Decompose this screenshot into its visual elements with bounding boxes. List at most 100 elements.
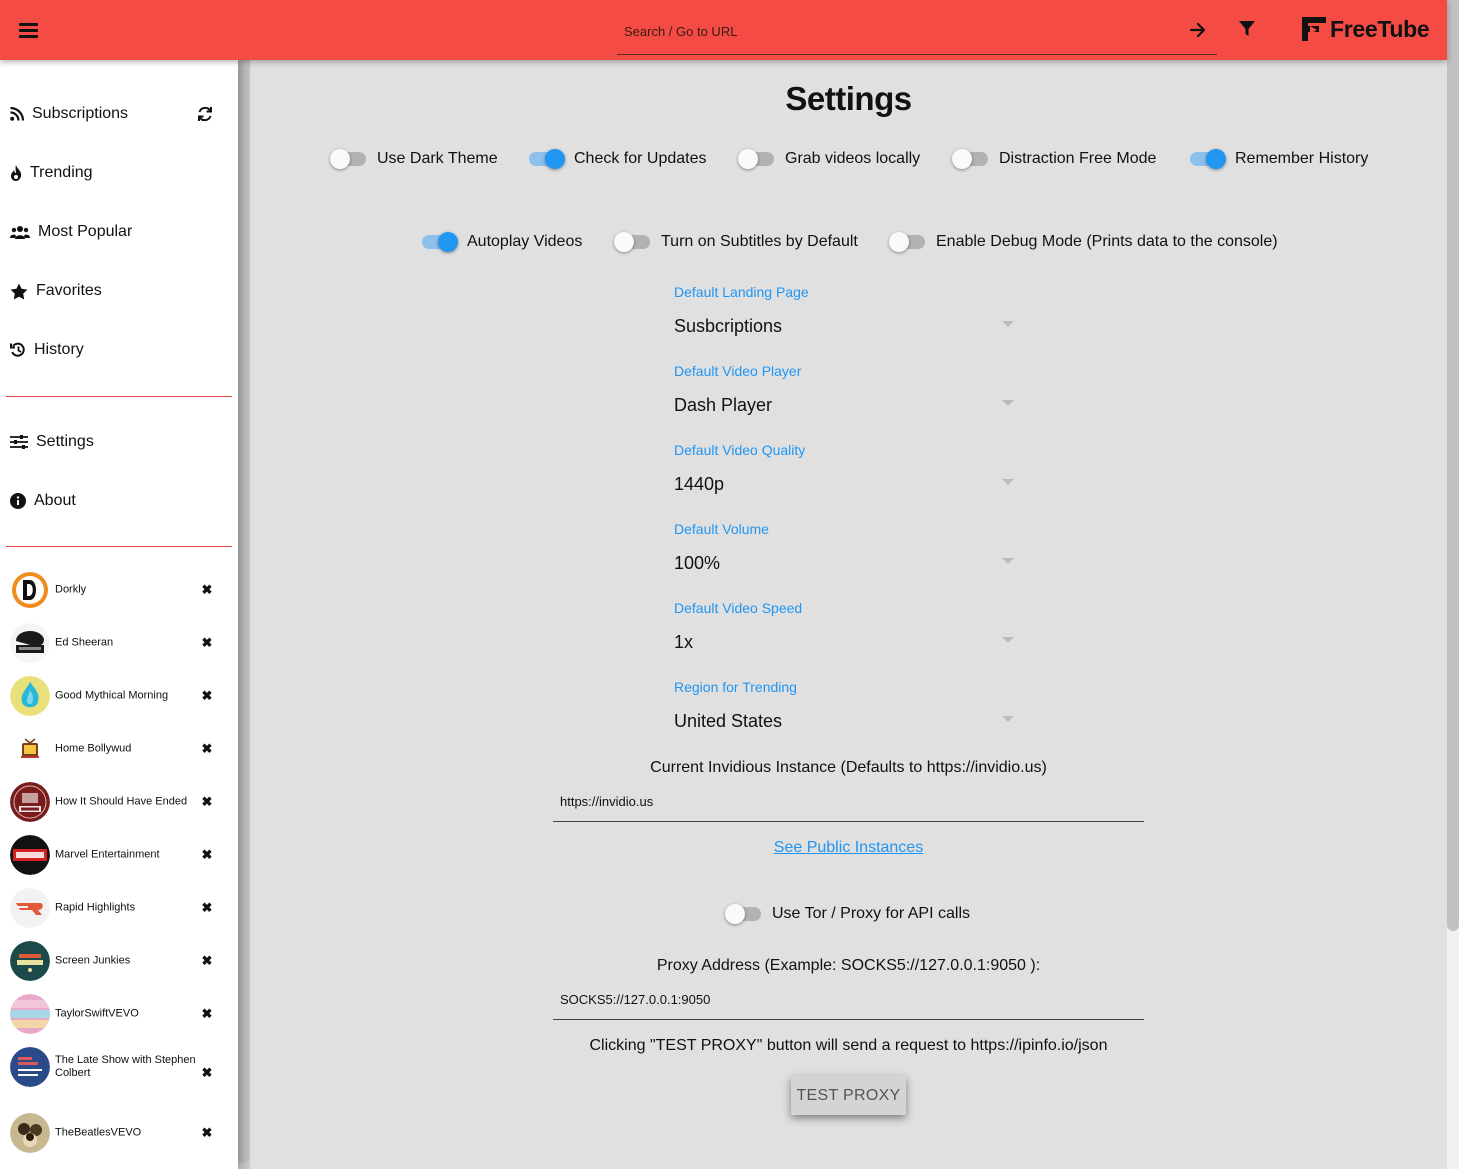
- fire-icon: [10, 164, 22, 182]
- subscription-name: Marvel Entertainment: [55, 848, 160, 861]
- search-input[interactable]: [624, 20, 1164, 42]
- subscription-item[interactable]: Ed Sheeran ✖: [10, 623, 220, 663]
- menu-icon[interactable]: [19, 21, 39, 39]
- sidebar-scrollbar-thumb[interactable]: [238, 60, 250, 1163]
- caret-down-icon: [1002, 321, 1014, 327]
- subscription-item[interactable]: Dorkly ✖: [10, 570, 220, 610]
- close-icon[interactable]: ✖: [201, 689, 213, 702]
- avatar: [10, 676, 50, 716]
- toggle-label: Autoplay Videos: [467, 233, 583, 250]
- close-icon[interactable]: ✖: [201, 954, 213, 967]
- sidebar-item-subscriptions[interactable]: Subscriptions: [10, 102, 128, 126]
- sidebar-item-most-popular[interactable]: Most Popular: [10, 220, 132, 244]
- close-icon[interactable]: ✖: [201, 1007, 213, 1020]
- test-proxy-button[interactable]: TEST PROXY: [791, 1076, 906, 1115]
- caret-down-icon: [1002, 637, 1014, 643]
- star-icon: [10, 282, 28, 300]
- refresh-icon[interactable]: [196, 105, 214, 123]
- region-select[interactable]: Region for Trending United States: [674, 679, 1014, 731]
- close-icon[interactable]: ✖: [201, 636, 213, 649]
- close-icon[interactable]: ✖: [201, 1126, 213, 1139]
- dark-theme-toggle[interactable]: Use Dark Theme: [330, 149, 498, 169]
- subscription-name: The Late Show with Stephen Colbert: [55, 1054, 196, 1079]
- main-scrollbar-thumb[interactable]: [1447, 0, 1459, 931]
- toggle-track: [330, 149, 366, 169]
- volume-select[interactable]: Default Volume 100%: [674, 521, 1014, 573]
- select-value: United States: [674, 711, 783, 731]
- select-label: Region for Trending: [674, 679, 797, 695]
- subscription-item[interactable]: Good Mythical Morning ✖: [10, 676, 220, 716]
- test-proxy-note: Clicking "TEST PROXY" button will send a…: [589, 1037, 1108, 1054]
- toggle-label: Remember History: [1235, 150, 1369, 167]
- close-icon[interactable]: ✖: [201, 795, 213, 808]
- close-icon[interactable]: ✖: [201, 583, 213, 596]
- remember-history-toggle[interactable]: Remember History: [1190, 149, 1369, 169]
- sidebar-item-favorites[interactable]: Favorites: [10, 279, 102, 303]
- select-value: 1x: [674, 632, 694, 652]
- subscription-item[interactable]: Rapid Highlights ✖: [10, 888, 220, 928]
- caret-down-icon: [1002, 716, 1014, 722]
- subscription-item[interactable]: TheBeatlesVEVO ✖: [10, 1113, 220, 1153]
- select-value: Dash Player: [674, 395, 773, 415]
- subscription-item[interactable]: Home Bollywud ✖: [10, 729, 220, 769]
- toggle-knob: [889, 232, 909, 252]
- sidebar-item-trending[interactable]: Trending: [10, 161, 93, 185]
- subscription-name: Home Bollywud: [55, 742, 132, 755]
- subscription-item[interactable]: TaylorSwiftVEVO ✖: [10, 994, 220, 1034]
- freetube-logo[interactable]: FreeTube: [1301, 14, 1430, 44]
- sidebar-item-settings[interactable]: Settings: [10, 430, 94, 454]
- sidebar-divider: [6, 546, 232, 547]
- proxy-address-label: Proxy Address (Example: SOCKS5://127.0.0…: [656, 957, 1041, 974]
- autoplay-toggle[interactable]: Autoplay Videos: [422, 232, 583, 252]
- video-player-select[interactable]: Default Video Player Dash Player: [674, 363, 1014, 415]
- arrow-right-icon[interactable]: [1188, 20, 1208, 40]
- sidebar-item-about[interactable]: About: [10, 489, 76, 513]
- public-instances-link[interactable]: See Public Instances: [250, 839, 1447, 857]
- subscription-name: TheBeatlesVEVO: [55, 1126, 142, 1139]
- avatar: [10, 835, 50, 875]
- sliders-icon: [10, 433, 28, 451]
- subscription-name: Ed Sheeran: [55, 636, 114, 649]
- sidebar-item-label: Settings: [36, 433, 94, 450]
- toggle-label: Enable Debug Mode (Prints data to the co…: [936, 233, 1278, 250]
- avatar: [10, 570, 50, 610]
- video-speed-select[interactable]: Default Video Speed 1x: [674, 600, 1014, 652]
- invidious-instance-input[interactable]: [553, 782, 1144, 822]
- settings-panel: Settings Use Dark Theme Check for Update…: [250, 60, 1447, 1169]
- subscription-item[interactable]: How It Should Have Ended ✖: [10, 782, 220, 822]
- subscription-item[interactable]: Marvel Entertainment ✖: [10, 835, 220, 875]
- check-updates-toggle[interactable]: Check for Updates: [529, 149, 707, 169]
- landing-page-select[interactable]: Default Landing Page Susbcriptions: [674, 284, 1014, 336]
- select-label: Default Volume: [674, 521, 769, 537]
- subscription-item[interactable]: The Late Show with Stephen Colbert ✖: [10, 1047, 220, 1087]
- video-quality-select[interactable]: Default Video Quality 1440p: [674, 442, 1014, 494]
- tor-proxy-toggle[interactable]: Use Tor / Proxy for API calls: [725, 904, 970, 924]
- filter-icon[interactable]: [1237, 19, 1257, 39]
- close-icon[interactable]: ✖: [201, 1066, 213, 1079]
- proxy-address-input[interactable]: [553, 980, 1144, 1020]
- distraction-free-toggle[interactable]: Distraction Free Mode: [952, 149, 1156, 169]
- close-icon[interactable]: ✖: [201, 742, 213, 755]
- avatar: [10, 782, 50, 822]
- caret-down-icon: [1002, 400, 1014, 406]
- subscription-item[interactable]: Screen Junkies ✖: [10, 941, 220, 981]
- sidebar-item-label: Favorites: [36, 282, 102, 299]
- subtitles-toggle[interactable]: Turn on Subtitles by Default: [614, 232, 858, 252]
- toggle-knob: [952, 149, 972, 169]
- debug-mode-toggle[interactable]: Enable Debug Mode (Prints data to the co…: [889, 232, 1278, 252]
- history-icon: [10, 341, 26, 359]
- users-icon: [10, 223, 30, 241]
- toggle-knob: [545, 149, 565, 169]
- sidebar-item-label: Subscriptions: [32, 105, 129, 122]
- toggle-track: [952, 149, 988, 169]
- grab-videos-locally-toggle[interactable]: Grab videos locally: [738, 149, 921, 169]
- toggle-track: [1190, 149, 1226, 169]
- close-icon[interactable]: ✖: [201, 848, 213, 861]
- caret-down-icon: [1002, 558, 1014, 564]
- subscription-name: Dorkly: [55, 583, 87, 596]
- toggle-track: [614, 232, 650, 252]
- toggle-label: Grab videos locally: [785, 150, 921, 167]
- close-icon[interactable]: ✖: [201, 901, 213, 914]
- sidebar-item-history[interactable]: History: [10, 338, 84, 362]
- subscription-name: How It Should Have Ended: [55, 795, 188, 808]
